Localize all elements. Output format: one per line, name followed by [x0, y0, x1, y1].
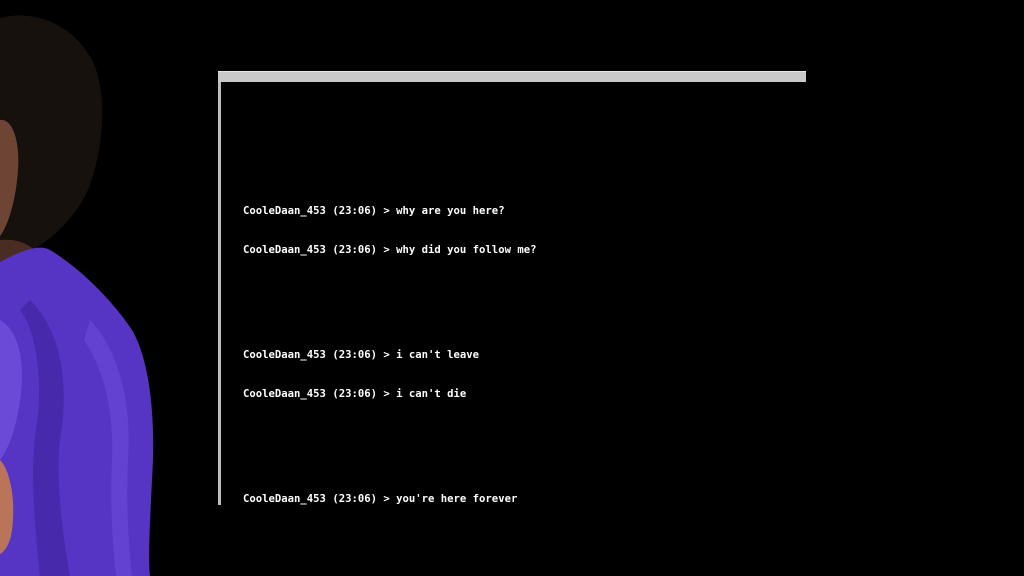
message-group: CooleDaan_453 (23:06) > i can't leave Co…	[243, 323, 783, 427]
shirt-shape	[0, 247, 154, 576]
chat-message: CooleDaan_453 (23:06) > why did you foll…	[243, 244, 783, 257]
chat-message: CooleDaan_453 (23:06) > i can't leave	[243, 349, 783, 362]
message-user: CooleDaan_453	[243, 349, 326, 361]
window-border	[218, 82, 221, 505]
message-user: CooleDaan_453	[243, 388, 326, 400]
message-time: (23:06)	[332, 244, 377, 256]
chat-message: CooleDaan_453 (23:06) > i can't die	[243, 388, 783, 401]
message-separator: >	[383, 349, 390, 361]
message-separator: >	[383, 244, 390, 256]
message-user: CooleDaan_453	[243, 244, 326, 256]
message-user: CooleDaan_453	[243, 205, 326, 217]
message-separator: >	[383, 205, 390, 217]
message-group: CooleDaan_453 (23:06) > why are you here…	[243, 179, 783, 283]
message-text: why are you here?	[396, 205, 505, 217]
message-time: (23:06)	[332, 349, 377, 361]
message-separator: >	[383, 493, 390, 505]
message-text: why did you follow me?	[396, 244, 537, 256]
chat-message: CooleDaan_453 (23:06) > you're here fore…	[243, 493, 783, 506]
message-text: i can't leave	[396, 349, 480, 361]
chat-message: CooleDaan_453 (23:06) > why are you here…	[243, 205, 783, 218]
person-figure	[0, 15, 154, 576]
message-user: CooleDaan_453	[243, 493, 326, 505]
video-frame: CooleDaan_453 (23:06) > why are you here…	[0, 0, 1024, 576]
message-group: CooleDaan_453 (23:06) > you're here fore…	[243, 467, 783, 532]
message-text: i can't die	[396, 388, 467, 400]
window-titlebar[interactable]	[218, 71, 806, 82]
message-time: (23:06)	[332, 388, 377, 400]
chat-window: CooleDaan_453 (23:06) > why are you here…	[218, 71, 806, 505]
message-time: (23:06)	[332, 205, 377, 217]
message-time: (23:06)	[332, 493, 377, 505]
message-separator: >	[383, 388, 390, 400]
message-text: you're here forever	[396, 493, 518, 505]
chat-log: CooleDaan_453 (23:06) > why are you here…	[243, 153, 783, 572]
